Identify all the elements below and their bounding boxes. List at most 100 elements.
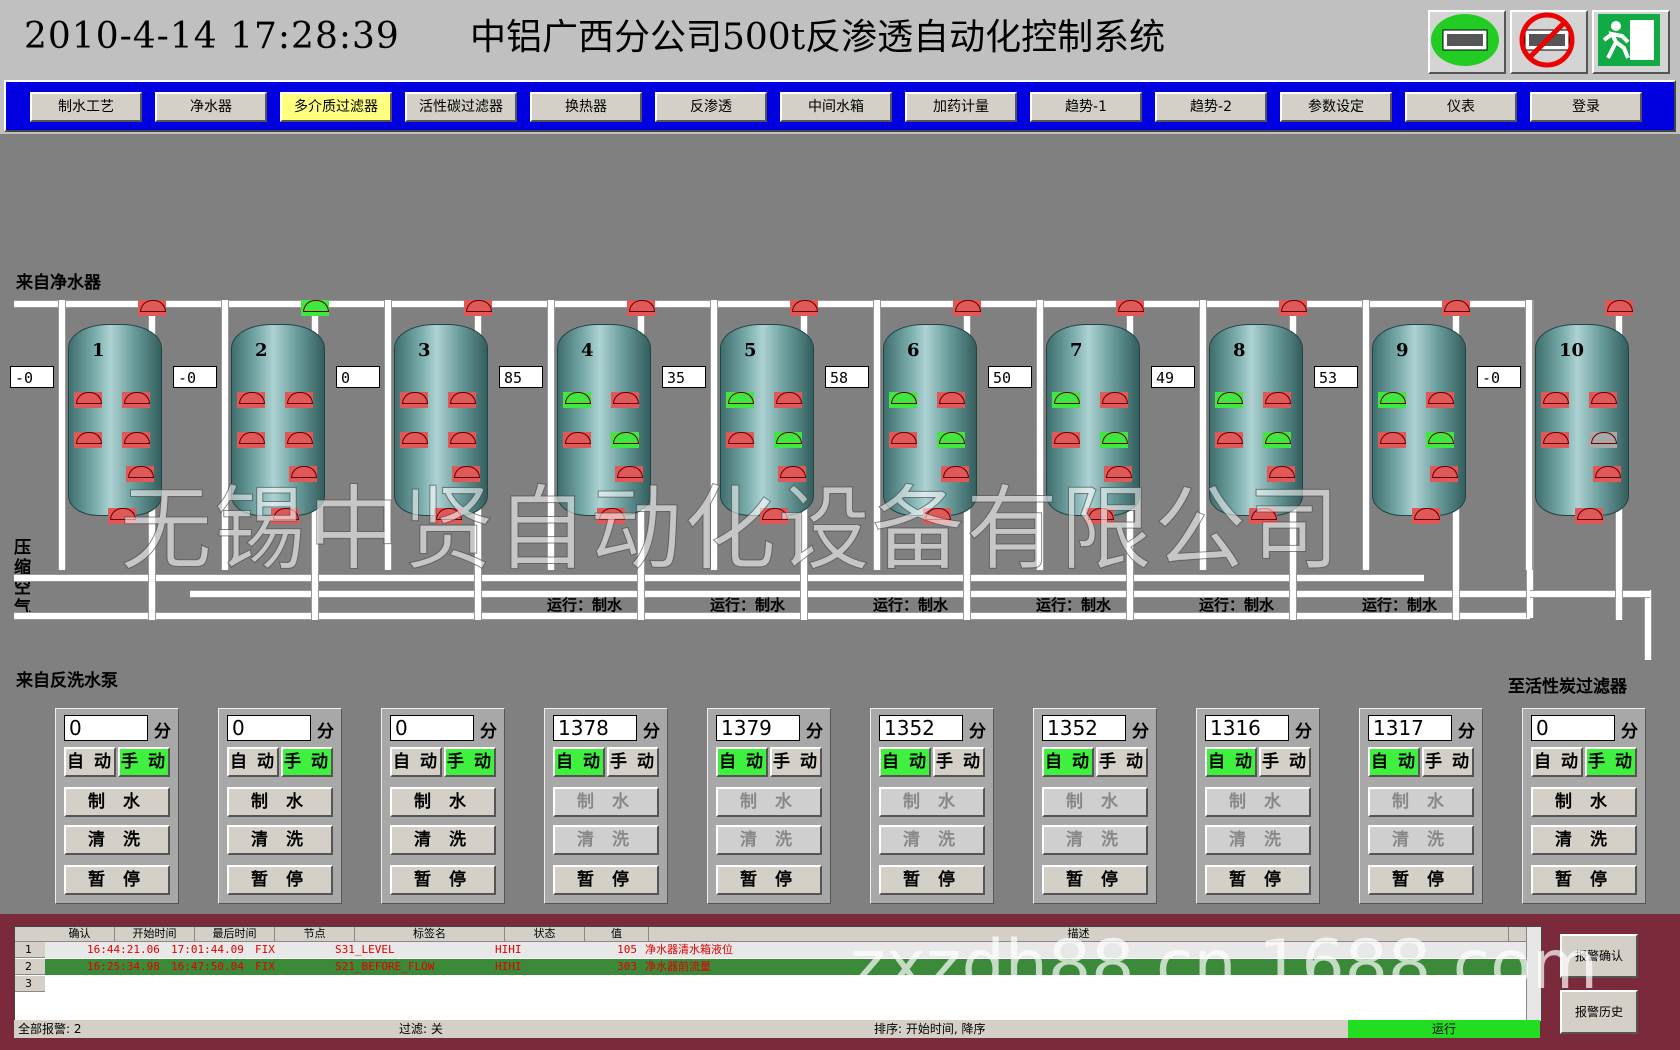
valve-icon[interactable] xyxy=(774,392,802,408)
valve-icon[interactable] xyxy=(237,432,265,448)
valve-icon[interactable] xyxy=(726,392,754,408)
valve-icon[interactable] xyxy=(448,392,476,408)
pause-button[interactable]: 暂 停 xyxy=(716,865,822,895)
alarm-column-header[interactable]: 开始时间 xyxy=(115,927,195,941)
valve-icon[interactable] xyxy=(1052,432,1080,448)
manual-mode-button[interactable]: 手 动 xyxy=(1585,747,1637,777)
valve-icon[interactable] xyxy=(1100,432,1128,448)
valve-icon[interactable] xyxy=(1589,432,1617,448)
wash-button[interactable]: 清 洗 xyxy=(1205,825,1311,855)
nav-button[interactable]: 加药计量 xyxy=(905,92,1017,122)
alarm-column-header[interactable]: 值 xyxy=(585,927,649,941)
timer-input[interactable]: 0 xyxy=(227,715,311,741)
wash-button[interactable]: 清 洗 xyxy=(1368,825,1474,855)
valve-icon[interactable] xyxy=(1052,392,1080,408)
make-water-button[interactable]: 制 水 xyxy=(1531,787,1637,817)
nav-button[interactable]: 中间水箱 xyxy=(780,92,892,122)
valve-icon[interactable] xyxy=(1116,300,1144,316)
valve-icon[interactable] xyxy=(1215,432,1243,448)
valve-icon[interactable] xyxy=(400,392,428,408)
wash-button[interactable]: 清 洗 xyxy=(390,825,496,855)
auto-mode-button[interactable]: 自 动 xyxy=(1368,747,1420,777)
timer-input[interactable]: 1378 xyxy=(553,715,637,741)
manual-mode-button[interactable]: 手 动 xyxy=(118,747,170,777)
pause-button[interactable]: 暂 停 xyxy=(1205,865,1311,895)
valve-icon[interactable] xyxy=(1412,508,1440,524)
valve-icon[interactable] xyxy=(1541,392,1569,408)
valve-icon[interactable] xyxy=(1589,392,1617,408)
wash-button[interactable]: 清 洗 xyxy=(716,825,822,855)
valve-icon[interactable] xyxy=(1575,508,1603,524)
valve-icon[interactable] xyxy=(1442,300,1470,316)
wash-button[interactable]: 清 洗 xyxy=(1042,825,1148,855)
make-water-button[interactable]: 制 水 xyxy=(1368,787,1474,817)
auto-mode-button[interactable]: 自 动 xyxy=(1531,747,1583,777)
make-water-button[interactable]: 制 水 xyxy=(227,787,333,817)
auto-mode-button[interactable]: 自 动 xyxy=(1042,747,1094,777)
manual-mode-button[interactable]: 手 动 xyxy=(281,747,333,777)
auto-mode-button[interactable]: 自 动 xyxy=(64,747,116,777)
pause-button[interactable]: 暂 停 xyxy=(1042,865,1148,895)
valve-icon[interactable] xyxy=(1426,432,1454,448)
make-water-button[interactable]: 制 水 xyxy=(64,787,170,817)
auto-mode-button[interactable]: 自 动 xyxy=(227,747,279,777)
valve-icon[interactable] xyxy=(1605,300,1633,316)
timer-input[interactable]: 1352 xyxy=(1042,715,1126,741)
timer-input[interactable]: 0 xyxy=(390,715,474,741)
valve-icon[interactable] xyxy=(285,432,313,448)
valve-icon[interactable] xyxy=(1426,392,1454,408)
valve-icon[interactable] xyxy=(122,432,150,448)
valve-icon[interactable] xyxy=(889,432,917,448)
valve-icon[interactable] xyxy=(937,392,965,408)
manual-mode-button[interactable]: 手 动 xyxy=(1259,747,1311,777)
timer-input[interactable]: 1316 xyxy=(1205,715,1289,741)
auto-mode-button[interactable]: 自 动 xyxy=(553,747,605,777)
keyboard-off-button[interactable] xyxy=(1510,10,1588,74)
nav-button[interactable]: 参数设定 xyxy=(1280,92,1392,122)
pause-button[interactable]: 暂 停 xyxy=(1368,865,1474,895)
wash-button[interactable]: 清 洗 xyxy=(1531,825,1637,855)
valve-icon[interactable] xyxy=(448,432,476,448)
valve-icon[interactable] xyxy=(563,432,591,448)
alarm-column-header[interactable]: 节点 xyxy=(275,927,355,941)
valve-icon[interactable] xyxy=(1378,432,1406,448)
make-water-button[interactable]: 制 水 xyxy=(716,787,822,817)
manual-mode-button[interactable]: 手 动 xyxy=(933,747,985,777)
valve-icon[interactable] xyxy=(790,300,818,316)
exit-button[interactable] xyxy=(1592,10,1670,74)
wash-button[interactable]: 清 洗 xyxy=(879,825,985,855)
pause-button[interactable]: 暂 停 xyxy=(390,865,496,895)
nav-button[interactable]: 活性碳过滤器 xyxy=(405,92,517,122)
valve-icon[interactable] xyxy=(774,432,802,448)
pause-button[interactable]: 暂 停 xyxy=(1531,865,1637,895)
manual-mode-button[interactable]: 手 动 xyxy=(607,747,659,777)
filter-tank[interactable] xyxy=(1372,324,1466,516)
wash-button[interactable]: 清 洗 xyxy=(64,825,170,855)
wash-button[interactable]: 清 洗 xyxy=(553,825,659,855)
timer-input[interactable]: 0 xyxy=(1531,715,1615,741)
alarm-column-header[interactable]: 状态 xyxy=(505,927,585,941)
nav-button[interactable]: 仪表 xyxy=(1405,92,1517,122)
manual-mode-button[interactable]: 手 动 xyxy=(444,747,496,777)
valve-icon[interactable] xyxy=(74,432,102,448)
valve-icon[interactable] xyxy=(937,432,965,448)
valve-icon[interactable] xyxy=(74,392,102,408)
valve-icon[interactable] xyxy=(1215,392,1243,408)
alarm-column-header[interactable]: 标签名 xyxy=(355,927,505,941)
nav-button[interactable]: 多介质过滤器 xyxy=(280,92,392,122)
valve-icon[interactable] xyxy=(1263,432,1291,448)
valve-icon[interactable] xyxy=(1100,392,1128,408)
alarm-column-header[interactable]: 确认 xyxy=(45,927,115,941)
keyboard-on-button[interactable] xyxy=(1428,10,1506,74)
make-water-button[interactable]: 制 水 xyxy=(1205,787,1311,817)
auto-mode-button[interactable]: 自 动 xyxy=(716,747,768,777)
make-water-button[interactable]: 制 水 xyxy=(390,787,496,817)
valve-icon[interactable] xyxy=(301,300,329,316)
valve-icon[interactable] xyxy=(1430,466,1458,482)
timer-input[interactable]: 1379 xyxy=(716,715,800,741)
nav-button[interactable]: 反渗透 xyxy=(655,92,767,122)
manual-mode-button[interactable]: 手 动 xyxy=(770,747,822,777)
auto-mode-button[interactable]: 自 动 xyxy=(879,747,931,777)
valve-icon[interactable] xyxy=(563,392,591,408)
make-water-button[interactable]: 制 水 xyxy=(553,787,659,817)
